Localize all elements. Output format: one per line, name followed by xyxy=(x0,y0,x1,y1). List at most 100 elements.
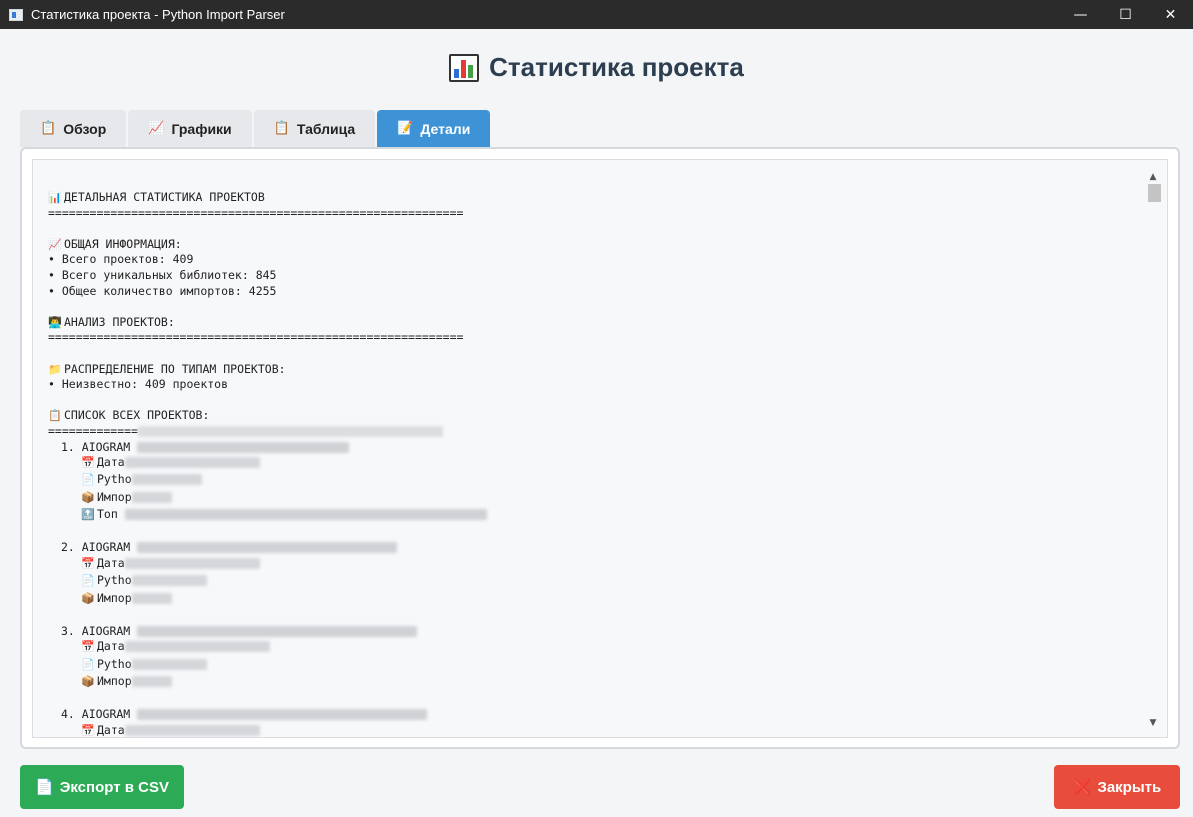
tab-label: Таблица xyxy=(296,120,356,137)
project-name: 4. AIOGRAM xyxy=(61,706,131,721)
details-panel: 📊 ДЕТАЛЬНАЯ СТАТИСТИКА ПРОЕКТОВ =========… xyxy=(20,147,1180,749)
distribution-header-line: 📁 РАСПРЕДЕЛЕНИЕ ПО ТИПАМ ПРОЕКТОВ: xyxy=(48,362,1128,378)
tab-label: Детали xyxy=(420,120,471,137)
project-top: 🔝 Топ xyxy=(48,507,1128,524)
unique-libraries: • Всего уникальных библиотек: 845 xyxy=(48,267,277,282)
page-icon: 📄 xyxy=(81,574,95,588)
redacted-text xyxy=(131,474,202,486)
redacted-text xyxy=(124,509,487,521)
scrollbar-thumb[interactable] xyxy=(1148,184,1161,202)
general-header: ОБЩАЯ ИНФОРМАЦИЯ: xyxy=(64,236,182,251)
chart-increasing-icon: 📈 xyxy=(48,237,62,251)
minimize-button[interactable]: — xyxy=(1058,0,1103,29)
project-imports: 📦 Импор xyxy=(48,674,1128,691)
separator: ========================================… xyxy=(48,330,464,345)
clipboard-icon: 📋 xyxy=(273,121,290,136)
project-item: 2. AIOGRAM xyxy=(48,540,1128,556)
clipboard-icon: 📋 xyxy=(48,409,62,423)
vertical-scrollbar[interactable]: ▲ ▼ xyxy=(1145,170,1161,730)
project-date: 📅 Дата xyxy=(48,722,1128,737)
imports-label: Импор xyxy=(97,590,132,605)
calendar-icon: 📅 xyxy=(81,456,95,470)
redacted-text xyxy=(131,592,172,604)
clipboard-icon: 📋 xyxy=(40,121,57,136)
list-separator-line: ============= xyxy=(48,424,1128,440)
top-arrow-icon: 🔝 xyxy=(81,508,95,522)
tab-details[interactable]: 📝 Детали xyxy=(377,110,491,147)
total-projects: • Всего проектов: 409 xyxy=(48,252,194,267)
redacted-text xyxy=(137,441,350,453)
page-icon: 📄 xyxy=(81,473,95,487)
close-button-label: Закрыть xyxy=(1097,778,1162,796)
calendar-icon: 📅 xyxy=(81,723,95,737)
project-imports: 📦 Импор xyxy=(48,490,1128,507)
project-item: 3. AIOGRAM xyxy=(48,624,1128,640)
analysis-header-line: 👨‍💻 АНАЛИЗ ПРОЕКТОВ: xyxy=(48,315,1128,331)
distribution-header: РАСПРЕДЕЛЕНИЕ ПО ТИПАМ ПРОЕКТОВ: xyxy=(64,361,286,376)
scroll-up-icon[interactable]: ▲ xyxy=(1145,170,1161,184)
details-title-line: 📊 ДЕТАЛЬНАЯ СТАТИСТИКА ПРОЕКТОВ xyxy=(48,190,1128,206)
technologist-icon: 👨‍💻 xyxy=(48,315,62,329)
page-icon: 📄 xyxy=(35,778,54,796)
project-name: 2. AIOGRAM xyxy=(61,540,131,555)
page-heading: Статистика проекта xyxy=(0,52,1193,83)
tab-bar: 📋 Обзор 📈 Графики 📋 Таблица 📝 Детали xyxy=(20,110,491,147)
redacted-text xyxy=(131,575,207,587)
chart-increasing-icon: 📈 xyxy=(148,121,165,136)
cross-mark-icon: ❌ xyxy=(1072,778,1092,796)
maximize-button[interactable]: ☐ xyxy=(1103,0,1148,29)
redacted-text xyxy=(138,425,444,437)
window-controls: — ☐ ✕ xyxy=(1058,0,1193,29)
list-separator: ============= xyxy=(48,423,139,438)
tab-charts[interactable]: 📈 Графики xyxy=(128,110,252,147)
calendar-icon: 📅 xyxy=(81,556,95,570)
export-csv-button[interactable]: 📄 Экспорт в CSV xyxy=(20,765,184,809)
folder-icon: 📁 xyxy=(48,362,62,376)
package-icon: 📦 xyxy=(81,490,95,504)
details-text: 📊 ДЕТАЛЬНАЯ СТАТИСТИКА ПРОЕКТОВ =========… xyxy=(48,190,1128,737)
project-imports: 📦 Импор xyxy=(48,591,1128,608)
python-label: Pytho xyxy=(97,472,132,487)
imports-label: Импор xyxy=(97,673,132,688)
project-python: 📄 Pytho xyxy=(48,472,1128,489)
bar-chart-icon: 📊 xyxy=(48,191,62,204)
redacted-text xyxy=(131,675,172,687)
close-window-button[interactable]: ✕ xyxy=(1148,0,1193,29)
redacted-text xyxy=(124,641,270,653)
package-icon: 📦 xyxy=(81,591,95,605)
page-icon: 📄 xyxy=(81,657,95,671)
details-title: ДЕТАЛЬНАЯ СТАТИСТИКА ПРОЕКТОВ xyxy=(64,190,265,204)
list-header: СПИСОК ВСЕХ ПРОЕКТОВ: xyxy=(64,408,210,423)
memo-icon: 📝 xyxy=(397,121,414,136)
date-label: Дата xyxy=(97,639,125,654)
separator: ========================================… xyxy=(48,205,464,220)
tab-overview[interactable]: 📋 Обзор xyxy=(20,110,127,147)
scroll-down-icon[interactable]: ▼ xyxy=(1145,716,1161,730)
project-name: 1. AIOGRAM xyxy=(61,439,131,454)
redacted-text xyxy=(124,557,260,569)
project-python: 📄 Pytho xyxy=(48,573,1128,590)
close-button[interactable]: ❌ Закрыть xyxy=(1054,765,1180,809)
app-icon xyxy=(9,8,23,21)
python-label: Pytho xyxy=(97,573,132,588)
export-button-label: Экспорт в CSV xyxy=(59,778,169,796)
date-label: Дата xyxy=(97,722,125,737)
date-label: Дата xyxy=(97,555,125,570)
redacted-text xyxy=(137,542,398,554)
tab-table[interactable]: 📋 Таблица xyxy=(253,110,376,147)
page-title: Статистика проекта xyxy=(489,52,744,82)
calendar-icon: 📅 xyxy=(81,640,95,654)
date-label: Дата xyxy=(97,455,125,470)
python-label: Pytho xyxy=(97,656,132,671)
project-date: 📅 Дата xyxy=(48,455,1128,472)
project-item: 4. AIOGRAM xyxy=(48,707,1128,723)
details-text-area[interactable]: 📊 ДЕТАЛЬНАЯ СТАТИСТИКА ПРОЕКТОВ =========… xyxy=(32,159,1168,738)
top-label: Топ xyxy=(97,507,118,522)
redacted-text xyxy=(137,625,418,637)
project-item: 1. AIOGRAM xyxy=(48,440,1128,456)
